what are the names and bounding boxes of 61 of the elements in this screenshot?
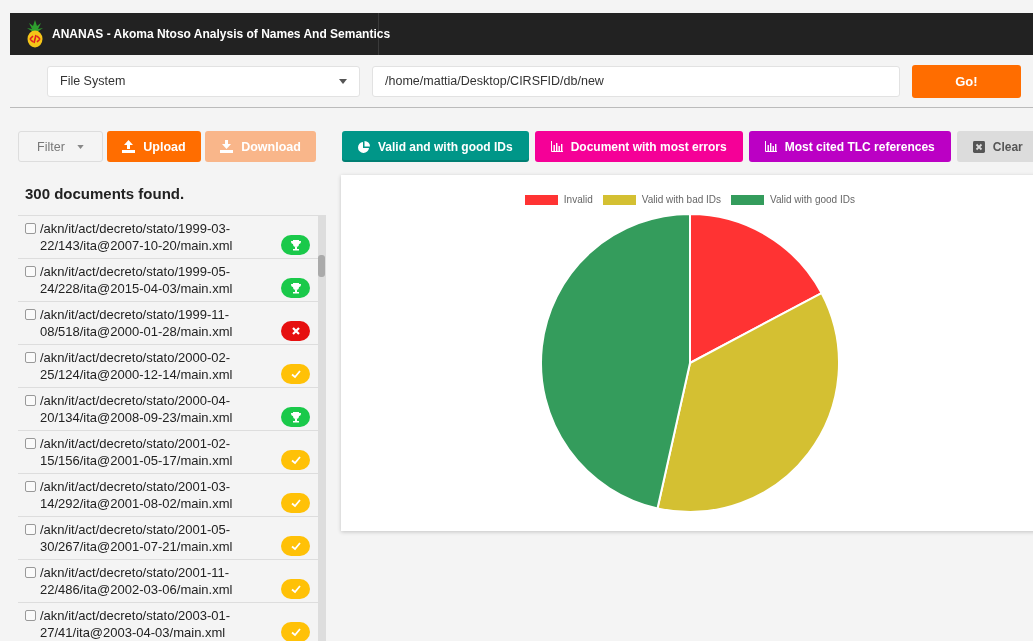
document-row[interactable]: /akn/it/act/decreto/stato/2000-02-25/124/ita@2000-12-14/main.xml <box>18 345 318 388</box>
checkbox[interactable] <box>25 610 36 621</box>
checkbox[interactable] <box>25 395 36 406</box>
path-field[interactable]: /home/mattia/Desktop/CIRSFID/db/new <box>372 65 900 97</box>
document-row[interactable]: /akn/it/act/decreto/stato/1999-05-24/228/ita@2015-04-03/main.xml <box>18 259 318 302</box>
document-row[interactable]: /akn/it/act/decreto/stato/2001-05-30/267/ita@2001-07-21/main.xml <box>18 517 318 560</box>
document-path: /akn/it/act/decreto/stato/2001-03-14/292/ita@2001-08-02/main.xml <box>40 478 234 512</box>
scrollbar-thumb[interactable] <box>318 255 325 277</box>
pineapple-logo-icon <box>26 20 44 48</box>
document-row[interactable]: /akn/it/act/decreto/stato/1999-03-22/143/ita@2007-10-20/main.xml <box>18 216 318 259</box>
trophy-badge <box>281 407 310 427</box>
checkbox[interactable] <box>25 266 36 277</box>
trophy-badge <box>281 278 310 298</box>
document-path: /akn/it/act/decreto/stato/2000-02-25/124/ita@2000-12-14/main.xml <box>40 349 234 383</box>
clear-button[interactable]: Clear <box>956 131 1033 162</box>
trophy-badge <box>281 235 310 255</box>
checkbox[interactable] <box>25 438 36 449</box>
document-path: /akn/it/act/decreto/stato/2000-04-20/134/ita@2008-09-23/main.xml <box>40 392 234 426</box>
pie-chart-icon <box>358 140 370 153</box>
check-badge <box>281 364 310 384</box>
bar-chart-icon <box>550 141 563 152</box>
document-row[interactable]: /akn/it/act/decreto/stato/2001-11-22/486/ita@2002-03-06/main.xml <box>18 560 318 603</box>
download-icon <box>220 140 234 153</box>
check-badge <box>281 493 310 513</box>
legend-label[interactable]: Invalid <box>563 194 593 205</box>
chart-button[interactable]: Document with most errors <box>534 131 743 162</box>
results-count: 300 documents found. <box>25 185 186 202</box>
check-badge <box>281 450 310 470</box>
bar-chart-icon <box>764 141 777 152</box>
caret-icon <box>76 144 84 149</box>
document-path: /akn/it/act/decreto/stato/1999-03-22/143/ita@2007-10-20/main.xml <box>40 220 234 254</box>
document-row[interactable]: /akn/it/act/decreto/stato/1999-11-08/518/ita@2000-01-28/main.xml <box>18 302 318 345</box>
app-title: ANANAS - Akoma Ntoso Analysis of Names And Semantics <box>52 27 391 41</box>
close-icon <box>972 140 985 153</box>
filter-dropdown[interactable]: Filter <box>18 131 103 162</box>
checkbox[interactable] <box>25 567 36 578</box>
upload-icon <box>122 140 136 153</box>
document-path: /akn/it/act/decreto/stato/2003-01-27/41/ita@2003-04-03/main.xml <box>40 607 232 641</box>
checkbox[interactable] <box>25 481 36 492</box>
legend-label[interactable]: Valid with bad IDs <box>641 194 722 205</box>
check-badge <box>281 579 310 599</box>
document-row[interactable]: /akn/it/act/decreto/stato/2001-03-14/292/ita@2001-08-02/main.xml <box>18 474 318 517</box>
document-path: /akn/it/act/decreto/stato/2001-11-22/486/ita@2002-03-06/main.xml <box>40 564 234 598</box>
checkbox[interactable] <box>25 352 36 363</box>
error-badge <box>281 321 310 341</box>
checkbox[interactable] <box>25 223 36 234</box>
document-row[interactable]: /akn/it/act/decreto/stato/2001-02-15/156/ita@2001-05-17/main.xml <box>18 431 318 474</box>
legend-label[interactable]: Valid with good IDs <box>770 194 855 205</box>
checkbox[interactable] <box>25 309 36 320</box>
document-path: /akn/it/act/decreto/stato/1999-05-24/228/ita@2015-04-03/main.xml <box>40 263 234 297</box>
document-row[interactable]: /akn/it/act/decreto/stato/2000-04-20/134/ita@2008-09-23/main.xml <box>18 388 318 431</box>
document-path: /akn/it/act/decreto/stato/2001-05-30/267/ita@2001-07-21/main.xml <box>40 521 234 555</box>
document-row[interactable]: /akn/it/act/decreto/stato/2003-01-27/41/ita@2003-04-03/main.xml <box>18 603 318 641</box>
check-badge <box>281 536 310 556</box>
document-path: /akn/it/act/decreto/stato/2001-02-15/156/ita@2001-05-17/main.xml <box>40 435 234 469</box>
caret-icon <box>339 78 348 84</box>
chart-button[interactable]: Most cited TLC references <box>748 131 951 162</box>
chart-button[interactable]: Valid and with good IDs <box>342 131 529 162</box>
source-select[interactable]: File System <box>47 65 361 97</box>
document-path: /akn/it/act/decreto/stato/1999-11-08/518/ita@2000-01-28/main.xml <box>40 306 234 340</box>
checkbox[interactable] <box>25 524 36 535</box>
